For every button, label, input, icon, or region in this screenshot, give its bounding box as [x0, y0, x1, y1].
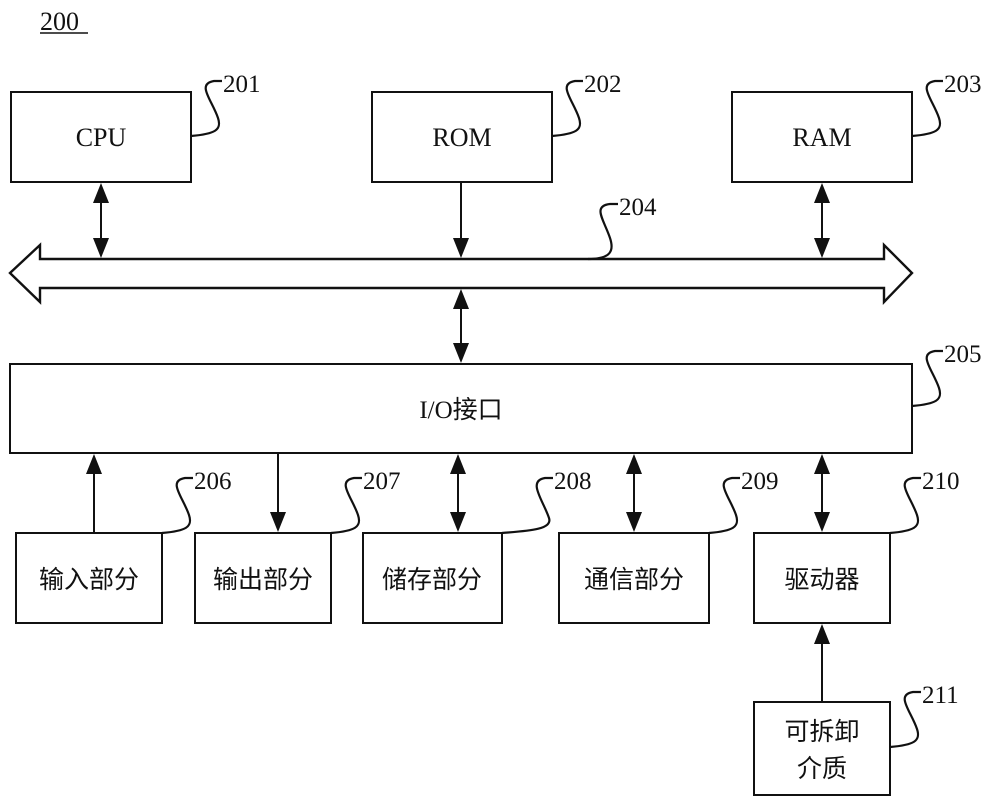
arrowhead-down-icon — [450, 512, 466, 532]
figure-number: 200 — [40, 7, 79, 36]
media-driver-connector — [814, 624, 830, 702]
comm-leader-line — [708, 476, 740, 535]
io-output-connector — [270, 453, 286, 532]
arrowhead-down-icon — [270, 512, 286, 532]
storage-leader-line — [501, 476, 553, 535]
output-leader-line — [330, 476, 362, 535]
output-label: 输出部分 — [213, 565, 313, 594]
comm-label: 通信部分 — [584, 565, 684, 594]
arrowhead-up-icon — [453, 289, 469, 309]
rom-ref: 202 — [584, 71, 622, 98]
rom-block: ROM 202 — [371, 71, 622, 183]
media-ref: 211 — [922, 682, 959, 709]
io-storage-connector — [450, 454, 466, 532]
driver-ref: 210 — [922, 468, 960, 495]
io-driver-connector — [814, 454, 830, 532]
arrowhead-up-icon — [814, 454, 830, 474]
ram-leader-line — [911, 79, 943, 138]
rom-bus-connector — [453, 182, 469, 258]
io-leader-line — [911, 349, 943, 408]
driver-label: 驱动器 — [784, 565, 859, 594]
removable-media-block: 可拆卸 介质 211 — [753, 682, 959, 796]
arrowhead-down-icon — [453, 343, 469, 363]
input-io-connector — [86, 454, 102, 533]
arrowhead-down-icon — [93, 238, 109, 258]
comm-block: 通信部分 209 — [558, 468, 779, 624]
driver-block: 驱动器 210 — [753, 468, 960, 624]
bus-leader-line — [587, 202, 618, 261]
arrowhead-up-icon — [93, 183, 109, 203]
cpu-block: CPU 201 — [10, 71, 261, 183]
arrowhead-up-icon — [626, 454, 642, 474]
arrowhead-up-icon — [814, 183, 830, 203]
driver-leader-line — [889, 476, 921, 535]
rom-leader-line — [551, 79, 583, 138]
cpu-bus-connector — [93, 183, 109, 258]
cpu-label: CPU — [76, 123, 127, 152]
io-comm-connector — [626, 454, 642, 532]
diagram-canvas: 200 CPU 201 ROM 202 RAM 203 204 I/O接口 20… — [8, 7, 982, 796]
comm-ref: 209 — [741, 468, 779, 495]
arrowhead-up-icon — [450, 454, 466, 474]
bus-ref: 204 — [619, 194, 657, 221]
input-label: 输入部分 — [39, 565, 139, 594]
arrowhead-up-icon — [86, 454, 102, 474]
ram-ref: 203 — [944, 71, 982, 98]
ram-bus-connector — [814, 183, 830, 258]
io-label-text: I/O接口 — [419, 396, 502, 424]
storage-label: 储存部分 — [382, 565, 482, 594]
arrowhead-down-icon — [814, 512, 830, 532]
bus-io-connector — [453, 289, 469, 363]
input-leader-line — [161, 476, 193, 535]
rom-label: ROM — [432, 123, 491, 152]
storage-ref: 208 — [554, 468, 592, 495]
input-ref: 206 — [194, 468, 232, 495]
arrowhead-down-icon — [453, 238, 469, 258]
media-leader-line — [889, 690, 921, 749]
cpu-leader-line — [190, 79, 222, 138]
cpu-ref: 201 — [223, 71, 261, 98]
media-label-line2: 介质 — [797, 754, 847, 783]
io-label: I/O接口 — [419, 396, 502, 424]
arrowhead-down-icon — [814, 238, 830, 258]
io-interface-block: I/O接口 205 — [9, 341, 982, 454]
arrowhead-up-icon — [814, 624, 830, 644]
ram-block: RAM 203 — [731, 71, 982, 183]
media-label-line1: 可拆卸 — [784, 717, 859, 746]
ram-label: RAM — [792, 123, 851, 152]
arrowhead-down-icon — [626, 512, 642, 532]
io-ref: 205 — [944, 341, 982, 368]
output-ref: 207 — [363, 468, 401, 495]
